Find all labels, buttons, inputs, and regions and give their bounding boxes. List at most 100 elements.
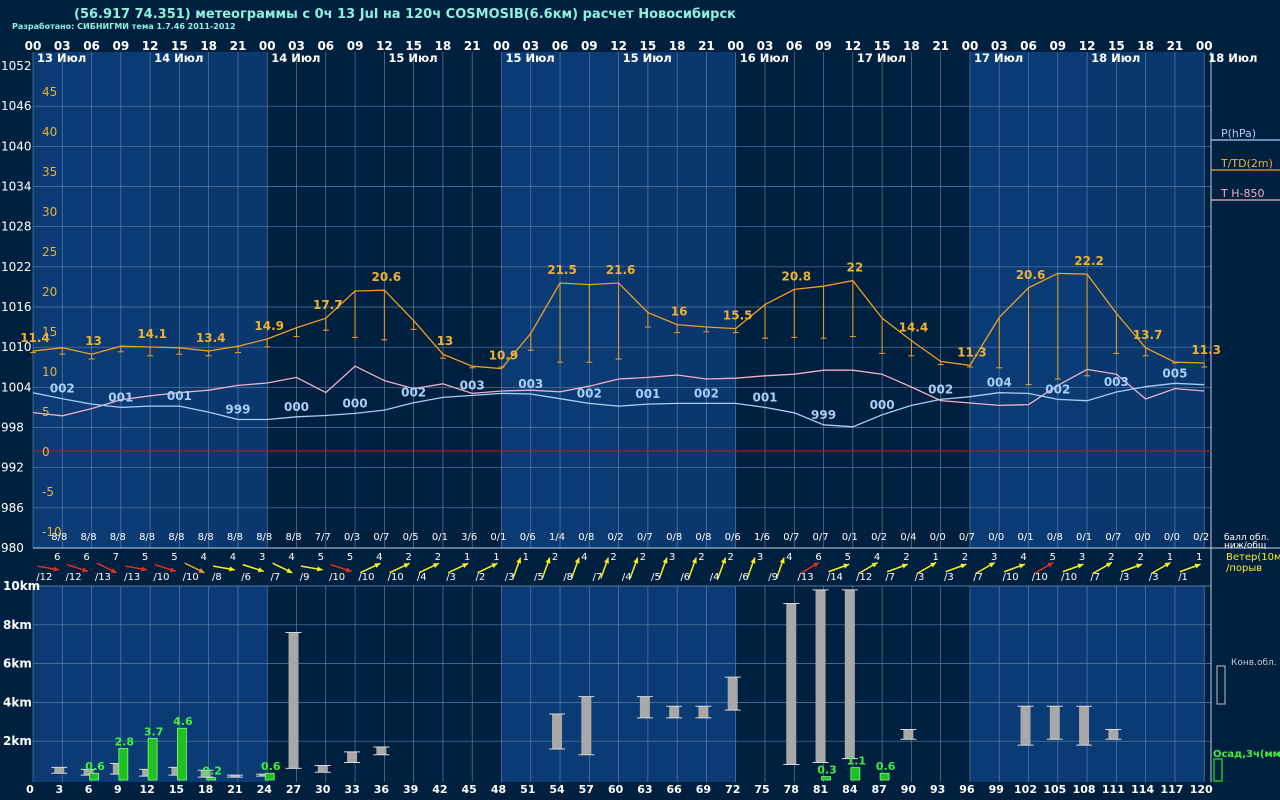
temperature-tick-label: 10 (42, 365, 57, 379)
wind-speed-label: 2 (405, 552, 411, 563)
pressure-tick-label: 1004 (1, 380, 32, 394)
cloud-cover-label: 0/0 (1135, 532, 1151, 543)
bottom-hour-label: 0 (26, 783, 34, 796)
pressure-value-label: 001 (167, 389, 192, 403)
pressure-value-label: 004 (987, 376, 1012, 390)
pressure-value-label: 999 (225, 402, 250, 416)
wind-arrow-head (691, 557, 697, 564)
convective-cloud-bar (727, 677, 738, 711)
wind-gust-label: /10 (153, 572, 169, 583)
bottom-hour-label: 72 (725, 783, 740, 796)
cloud-cover-label: 0/1 (1076, 532, 1092, 543)
pressure-value-label: 000 (870, 398, 895, 412)
temperature-value-label: 14.4 (899, 321, 929, 335)
wind-arrow (125, 565, 148, 572)
wind-arrow-head (545, 557, 551, 564)
convective-cloud-bar (698, 706, 709, 718)
wind-gust-label: /7 (973, 572, 983, 583)
bottom-hour-label: 15 (169, 783, 184, 796)
wind-speed-label: 2 (698, 552, 704, 563)
cloud-cover-label: 0/8 (695, 532, 711, 543)
time-tick-label: 21 (1167, 39, 1184, 53)
wind-speed-label: 4 (786, 552, 792, 563)
bottom-hour-label: 66 (667, 783, 683, 796)
cloud-cover-label: 0/1 (490, 532, 506, 543)
wind-speed-label: 2 (1108, 552, 1114, 563)
temperature-value-label: 11.4 (20, 331, 50, 345)
wind-speed-label: 5 (318, 552, 324, 563)
precipitation-value-label: 1.1 (847, 755, 867, 768)
wind-arrow-head (721, 557, 727, 564)
pressure-tick-label: 986 (1, 501, 24, 515)
bottom-hour-label: 18 (198, 783, 213, 796)
precipitation-value-label: 0.6 (261, 760, 281, 773)
date-label: 18 Июл (1091, 51, 1140, 65)
temperature-value-label: 11.3 (1191, 343, 1221, 357)
pressure-tick-label: 992 (1, 461, 24, 475)
pressure-value-label: 999 (811, 408, 836, 422)
convective-cloud-bar (288, 632, 299, 769)
wind-gust-label: /12 (856, 572, 872, 583)
wind-speed-label: 2 (728, 552, 734, 563)
wind-gust-label: /4 (417, 572, 427, 583)
precipitation-bar (147, 737, 158, 781)
bottom-hour-label: 114 (1131, 783, 1154, 796)
wind-arrow-head (633, 557, 639, 564)
wind-speed-label: 2 (903, 552, 909, 563)
wind-speed-label: 5 (171, 552, 177, 563)
time-tick-label: 21 (698, 39, 715, 53)
pressure-value-label: 000 (284, 400, 309, 414)
wind-speed-label: 5 (347, 552, 353, 563)
bottom-hour-label: 6 (85, 783, 93, 796)
wind-arrow-head (229, 566, 235, 572)
convective-cloud-bar (581, 696, 592, 755)
pressure-tick-label: 1046 (1, 99, 32, 113)
wind-gust-label: /6 (739, 572, 749, 583)
wind-gust-label: /3 (1149, 572, 1159, 583)
bottom-hour-label: 69 (696, 783, 711, 796)
wind-speed-label: 6 (54, 552, 60, 563)
convective-cloud-bar (786, 603, 797, 765)
wind-gust-label: /10 (1061, 572, 1077, 583)
cloud-cover-label: 0/7 (373, 532, 389, 543)
wind-arrow-head (516, 557, 522, 564)
wind-legend-label: /порыв (1226, 563, 1262, 574)
wind-arrow-head (1018, 563, 1025, 569)
convective-cloud-bar (639, 696, 650, 718)
cloud-cover-label: 0/4 (900, 532, 916, 543)
wind-speed-label: 3 (669, 552, 675, 563)
temperature-tick-label: 30 (42, 205, 57, 219)
precipitation-bar (206, 777, 217, 781)
wind-arrow-head (662, 557, 668, 564)
temperature-value-label: 20.8 (781, 269, 811, 283)
cloud-cover-label: 0/7 (813, 532, 829, 543)
wind-arrow (1121, 563, 1143, 573)
bottom-hour-label: 51 (520, 783, 535, 796)
bottom-hour-label: 108 (1073, 783, 1096, 796)
convective-cloud-bar (552, 714, 563, 749)
wind-speed-label: 2 (1137, 552, 1143, 563)
wind-arrow-head (960, 563, 967, 569)
cloud-cover-label: 0/0 (988, 532, 1004, 543)
wind-speed-label: 5 (845, 552, 851, 563)
wind-gust-label: /8 (563, 572, 573, 583)
wind-gust-label: /7 (885, 572, 895, 583)
height-tick-label: 10km (3, 579, 40, 593)
wind-gust-label: /4 (622, 572, 632, 583)
precipitation-bar (264, 772, 275, 781)
bottom-hour-label: 54 (549, 783, 565, 796)
precipitation-bar (821, 776, 831, 781)
convective-cloud-bar (669, 706, 680, 718)
temperature-value-label: 17.7 (313, 298, 343, 312)
pressure-value-label: 002 (50, 382, 75, 396)
wind-gust-label: /14 (827, 572, 843, 583)
bottom-hour-label: 63 (637, 783, 652, 796)
bottom-hour-label: 30 (315, 783, 331, 796)
pressure-value-label: 005 (1162, 366, 1187, 380)
wind-speed-label: 4 (874, 552, 880, 563)
bottom-hour-label: 9 (114, 783, 122, 796)
cloud-cover-label: 8/8 (139, 532, 155, 543)
pressure-value-label: 002 (928, 382, 953, 396)
temperature-value-label: 13.4 (196, 331, 226, 345)
precipitation-bar (850, 767, 861, 781)
